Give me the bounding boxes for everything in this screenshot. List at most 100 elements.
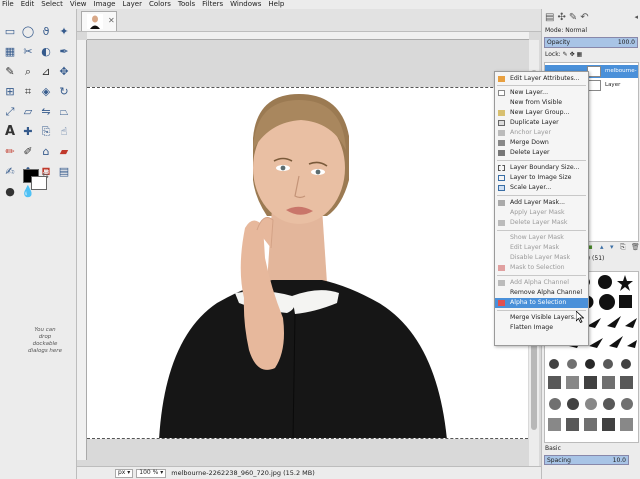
lower-layer-icon[interactable]: ▾: [610, 243, 614, 251]
heal-icon[interactable]: ✚: [21, 125, 35, 139]
zoom-icon[interactable]: ⌕: [21, 65, 35, 79]
rect-select-icon[interactable]: ▭: [3, 25, 17, 39]
menu-item-layer-boundary-size[interactable]: Layer Boundary Size...: [495, 163, 588, 173]
menu-item-show-layer-mask[interactable]: Show Layer Mask: [495, 233, 588, 243]
crop-icon[interactable]: ⌗: [21, 85, 35, 99]
dock-tabs: ▤ ✣ ✎ ↶ ◂: [542, 9, 640, 25]
airbrush-icon[interactable]: ⌂: [39, 145, 53, 159]
free-select-icon[interactable]: ϑ: [39, 25, 53, 39]
menu-item-edit-layer-mask[interactable]: Edit Layer Mask: [495, 243, 588, 253]
menu-help[interactable]: Help: [268, 0, 284, 9]
zoom-value: 100 %: [139, 469, 159, 476]
scissors-icon[interactable]: ✂: [21, 45, 35, 59]
menu-view[interactable]: View: [70, 0, 87, 9]
menu-item-add-alpha-channel[interactable]: Add Alpha Channel: [495, 278, 588, 288]
image-canvas[interactable]: [87, 87, 528, 439]
undo-tab-icon[interactable]: ↶: [580, 12, 588, 23]
lock-pixels-icon[interactable]: ✎: [563, 51, 568, 58]
text-icon[interactable]: A: [3, 125, 17, 139]
menu-item-duplicate-layer[interactable]: Duplicate Layer: [495, 118, 588, 128]
menu-image[interactable]: Image: [94, 0, 116, 9]
smudge-icon[interactable]: ☝: [57, 125, 71, 139]
vertical-ruler[interactable]: [77, 40, 87, 460]
menu-item-new-layer-group[interactable]: New Layer Group...: [495, 108, 588, 118]
menu-item-merge-visible-layers[interactable]: Merge Visible Layers...: [495, 313, 588, 323]
delete-layer-icon[interactable]: 🗑: [631, 243, 640, 251]
flip-icon[interactable]: ⇋: [39, 105, 53, 119]
menu-item-layer-to-image-size[interactable]: Layer to Image Size: [495, 173, 588, 183]
configure-tab-icon[interactable]: ◂: [634, 13, 638, 21]
menu-colors[interactable]: Colors: [149, 0, 171, 9]
canvas-area[interactable]: [77, 32, 541, 466]
menu-tools[interactable]: Tools: [178, 0, 195, 9]
channels-tab-icon[interactable]: ✣: [557, 12, 565, 23]
align-icon[interactable]: ⊞: [3, 85, 17, 99]
menu-item-new-layer[interactable]: New Layer...: [495, 88, 588, 98]
menu-file[interactable]: File: [2, 0, 14, 9]
image-tab[interactable]: ✕: [81, 11, 117, 31]
ellipse-select-icon[interactable]: ◯: [21, 25, 35, 39]
shear-icon[interactable]: ▱: [21, 105, 35, 119]
menu-item-disable-layer-mask[interactable]: Disable Layer Mask: [495, 253, 588, 263]
rotate-icon[interactable]: ↻: [57, 85, 71, 99]
menu-item-anchor-layer[interactable]: Anchor Layer: [495, 128, 588, 138]
menu-item-new-from-visible[interactable]: New from Visible: [495, 98, 588, 108]
menu-item-mask-to-selection[interactable]: Mask to Selection: [495, 263, 588, 273]
menu-item-label: Anchor Layer: [510, 129, 552, 136]
duplicate-layer-icon[interactable]: ⎘: [620, 243, 626, 252]
select-by-color-icon[interactable]: ▦: [3, 45, 17, 59]
scale-icon: [498, 185, 505, 191]
unified-transform-icon[interactable]: ◈: [39, 85, 53, 99]
lock-position-icon[interactable]: ✥: [570, 51, 575, 58]
menu-select[interactable]: Select: [41, 0, 63, 9]
menu-item-flatten-image[interactable]: Flatten Image: [495, 323, 588, 333]
horizontal-ruler[interactable]: [87, 32, 529, 40]
spacing-slider[interactable]: Spacing 10.0: [544, 455, 629, 465]
menu-item-add-layer-mask[interactable]: Add Layer Mask...: [495, 198, 588, 208]
unit-select[interactable]: px ▾: [115, 468, 134, 478]
color-picker-icon[interactable]: ✎: [3, 65, 17, 79]
opacity-slider[interactable]: Opacity 100.0: [544, 37, 638, 48]
brush-tag-row[interactable]: Basic: [545, 445, 561, 452]
menu-edit[interactable]: Edit: [21, 0, 35, 9]
eraser-icon[interactable]: ▰: [57, 145, 71, 159]
menu-item-label: Show Layer Mask: [510, 234, 564, 241]
duplicate-icon: [498, 120, 505, 126]
zoom-select[interactable]: 100 % ▾: [136, 468, 167, 478]
menu-item-label: Remove Alpha Channel: [510, 289, 583, 296]
raise-layer-icon[interactable]: ▴: [600, 243, 604, 251]
menu-item-alpha-to-selection[interactable]: Alpha to Selection: [495, 298, 588, 308]
pencil-icon[interactable]: ✐: [21, 145, 35, 159]
paths-tab-icon[interactable]: ✎: [569, 12, 577, 23]
dodge-icon[interactable]: ●: [3, 185, 17, 199]
blend-icon[interactable]: ▤: [57, 165, 71, 179]
measure-icon[interactable]: ⊿: [39, 65, 53, 79]
menu-item-delete-layer[interactable]: Delete Layer: [495, 148, 588, 158]
layers-tab-icon[interactable]: ▤: [545, 12, 554, 23]
menu-item-edit-layer-attributes[interactable]: Edit Layer Attributes...: [495, 74, 588, 84]
paths-icon[interactable]: ✒: [57, 45, 71, 59]
menu-item-apply-layer-mask[interactable]: Apply Layer Mask: [495, 208, 588, 218]
lock-alpha-icon[interactable]: ▦: [577, 51, 583, 58]
clone-icon[interactable]: ⎘: [39, 125, 53, 139]
mode-row[interactable]: Mode: Normal: [545, 27, 587, 34]
perspective-icon[interactable]: ⏢: [57, 105, 71, 119]
lock-label: Lock:: [545, 51, 561, 58]
menu-layer[interactable]: Layer: [122, 0, 142, 9]
close-tab-icon[interactable]: ✕: [108, 16, 115, 25]
menu-item-label: Delete Layer Mask: [510, 219, 568, 226]
fuzzy-select-icon[interactable]: ✦: [57, 25, 71, 39]
foreground-select-icon[interactable]: ◐: [39, 45, 53, 59]
paintbrush-icon[interactable]: ✏: [3, 145, 17, 159]
ink-icon[interactable]: ✍: [3, 165, 17, 179]
move-icon[interactable]: ✥: [57, 65, 71, 79]
menu-item-remove-alpha-channel[interactable]: Remove Alpha Channel: [495, 288, 588, 298]
menu-filters[interactable]: Filters: [202, 0, 223, 9]
menu-windows[interactable]: Windows: [230, 0, 261, 9]
swap-colors-icon[interactable]: ⇆: [42, 171, 49, 180]
menu-item-scale-layer[interactable]: Scale Layer...: [495, 183, 588, 193]
alpha-to-selection-icon: [498, 300, 505, 306]
menu-item-delete-layer-mask[interactable]: Delete Layer Mask: [495, 218, 588, 228]
scale-icon[interactable]: ⤢: [3, 105, 17, 119]
menu-item-merge-down[interactable]: Merge Down: [495, 138, 588, 148]
